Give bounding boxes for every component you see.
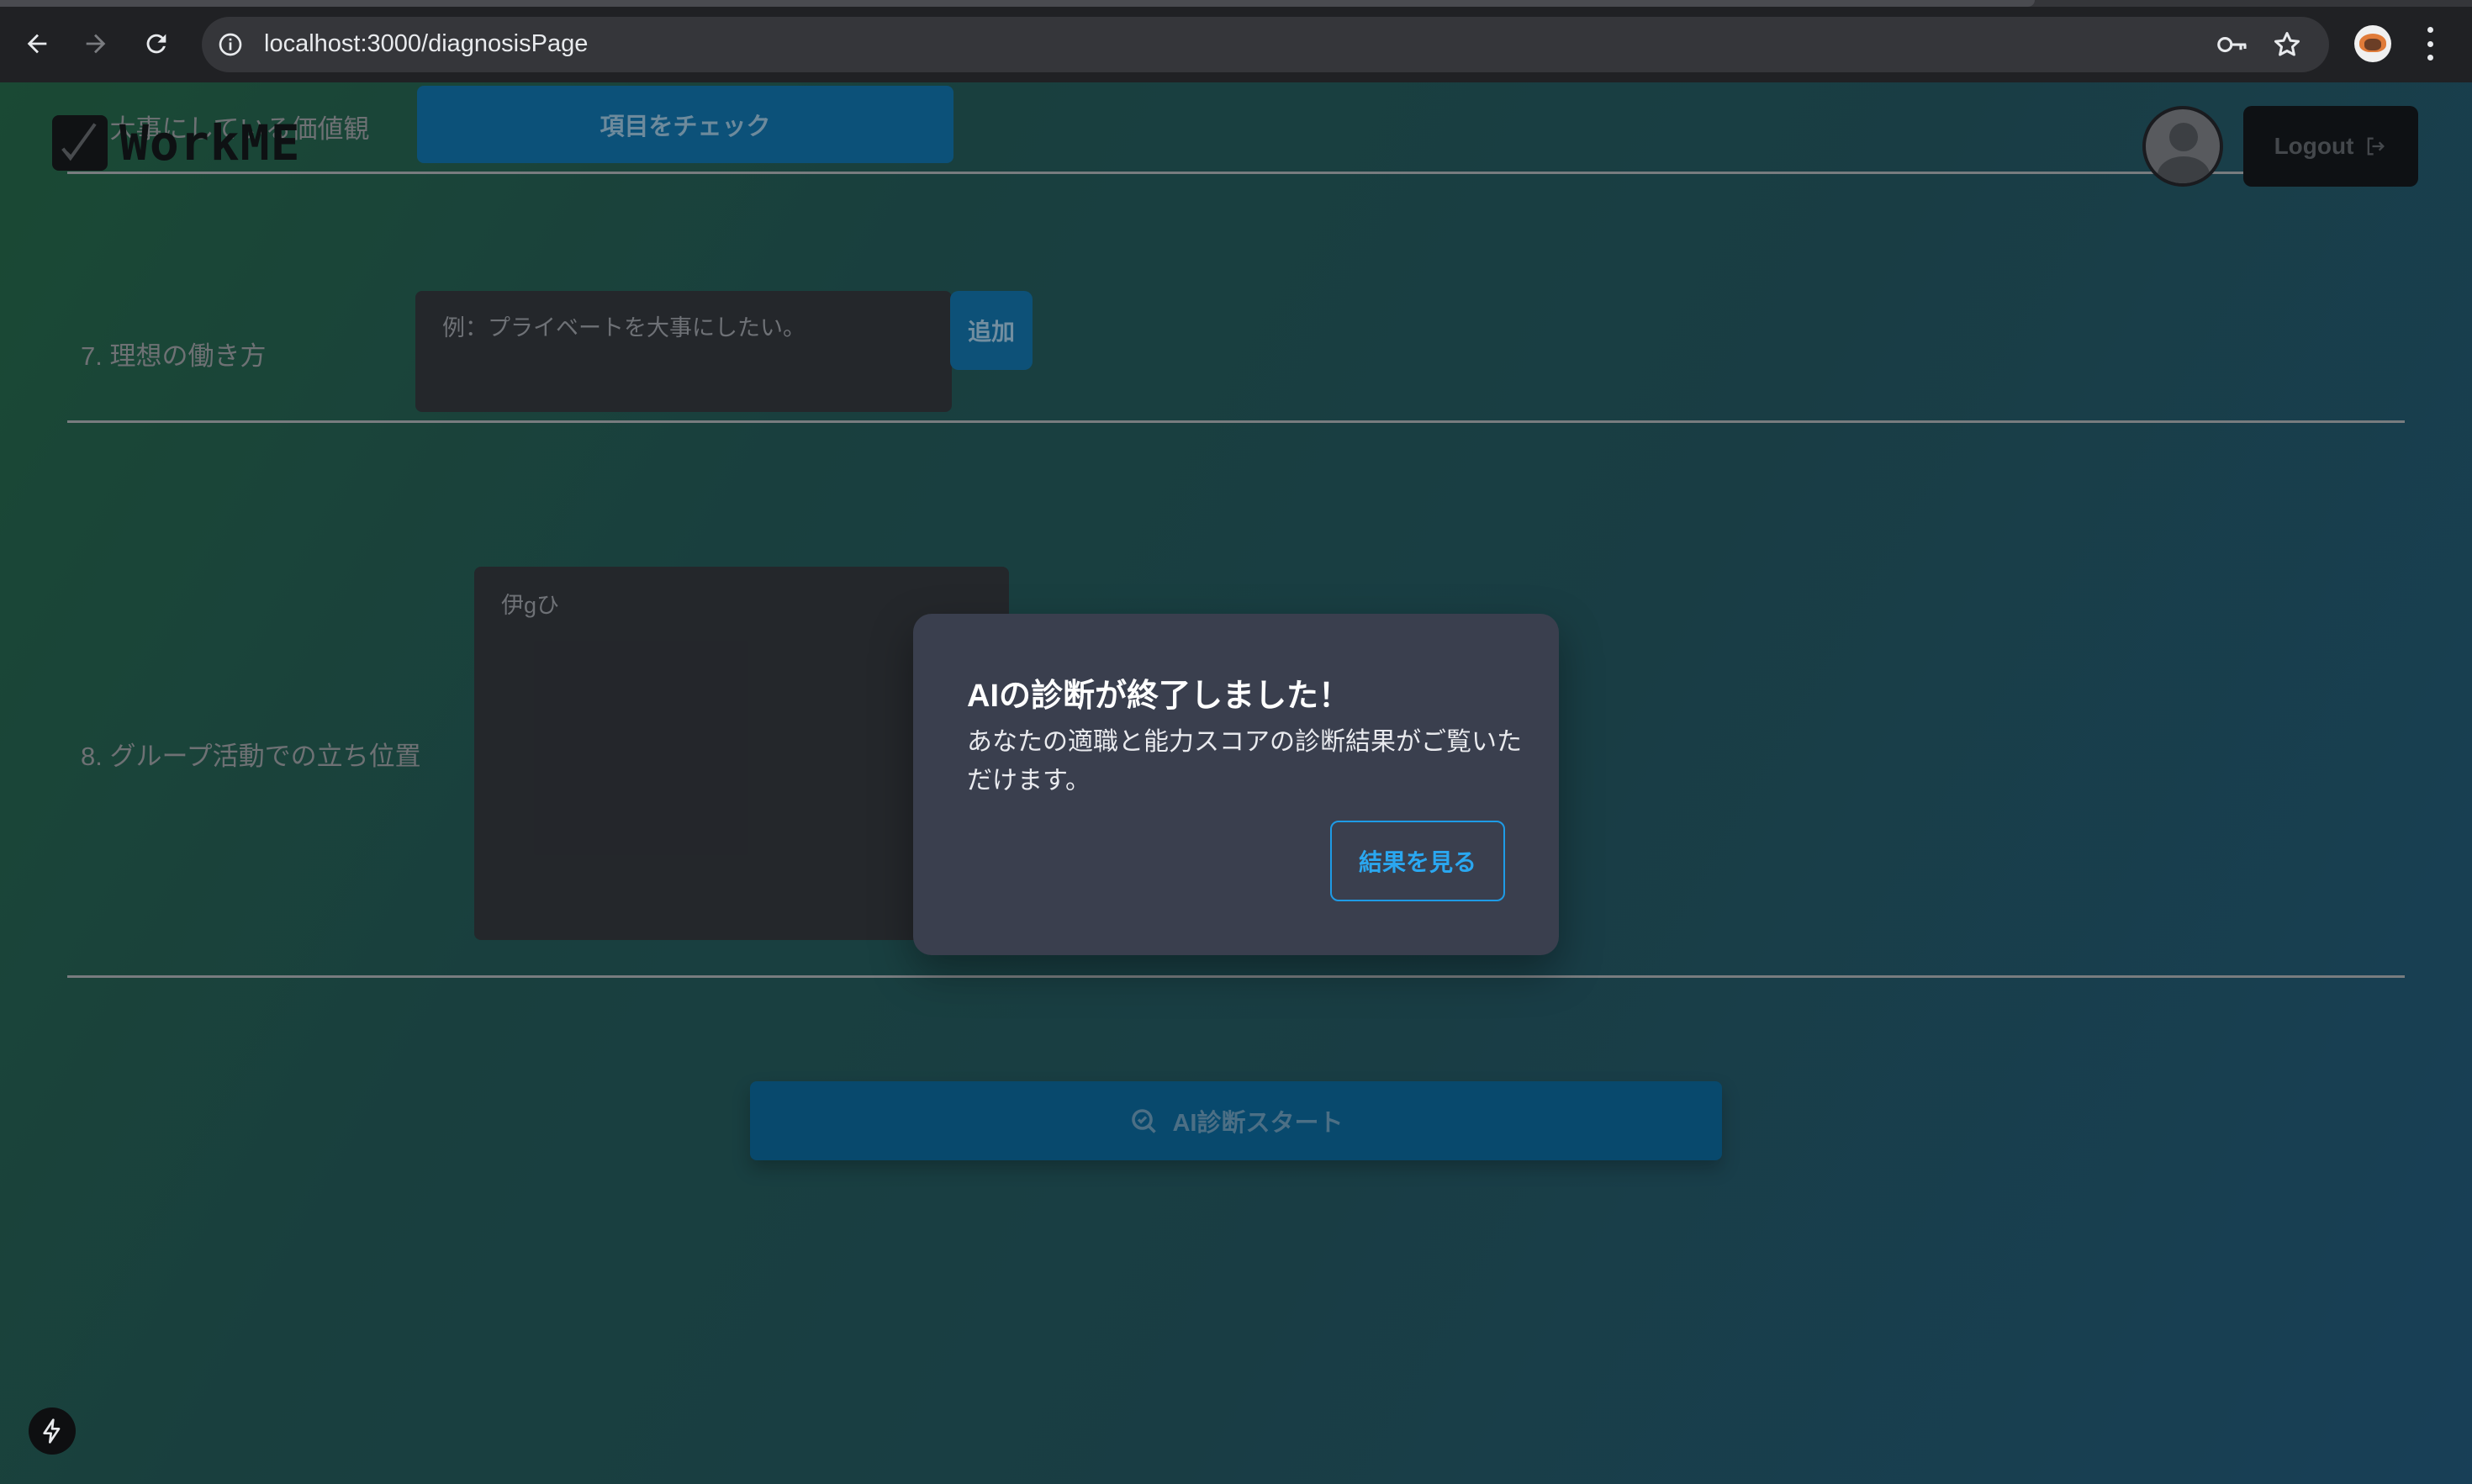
dialog-title: AIの診断が終了しました！ bbox=[967, 679, 1351, 714]
info-icon[interactable] bbox=[217, 31, 244, 58]
tab-strip bbox=[0, 0, 2472, 7]
url-text[interactable]: localhost:3000/diagnosisPage bbox=[264, 30, 588, 58]
browser-chrome: localhost:3000/diagnosisPage bbox=[0, 0, 2472, 82]
back-button[interactable] bbox=[18, 25, 55, 62]
dialog-message: あなたの適職と能力スコアの診断結果がご覧いただけます。 bbox=[967, 728, 1522, 795]
more-vert-icon[interactable] bbox=[2422, 27, 2438, 61]
profile-avatar[interactable] bbox=[2354, 25, 2391, 62]
active-tab-indicator bbox=[0, 0, 2035, 7]
reload-button[interactable] bbox=[138, 25, 175, 62]
key-icon[interactable] bbox=[2216, 32, 2248, 57]
arrow-right-icon bbox=[86, 34, 106, 54]
address-bar[interactable]: localhost:3000/diagnosisPage bbox=[202, 17, 2329, 72]
diagnosis-page: 6. 大事にしている価値観 項目をチェック 7. 理想の働き方 例：プライベート… bbox=[0, 82, 2472, 1484]
diagnosis-complete-dialog: AIの診断が終了しました！ あなたの適職と能力スコアの診断結果がご覧いただけます… bbox=[913, 614, 1559, 955]
star-icon[interactable] bbox=[2272, 29, 2302, 60]
arrow-left-icon bbox=[27, 34, 47, 54]
view-results-button[interactable]: 結果を見る bbox=[1330, 821, 1505, 901]
reload-icon bbox=[146, 34, 166, 54]
forward-button[interactable] bbox=[77, 25, 114, 62]
profile-avatar-shape-inner bbox=[2364, 39, 2381, 50]
bolt-icon[interactable] bbox=[29, 1407, 76, 1455]
